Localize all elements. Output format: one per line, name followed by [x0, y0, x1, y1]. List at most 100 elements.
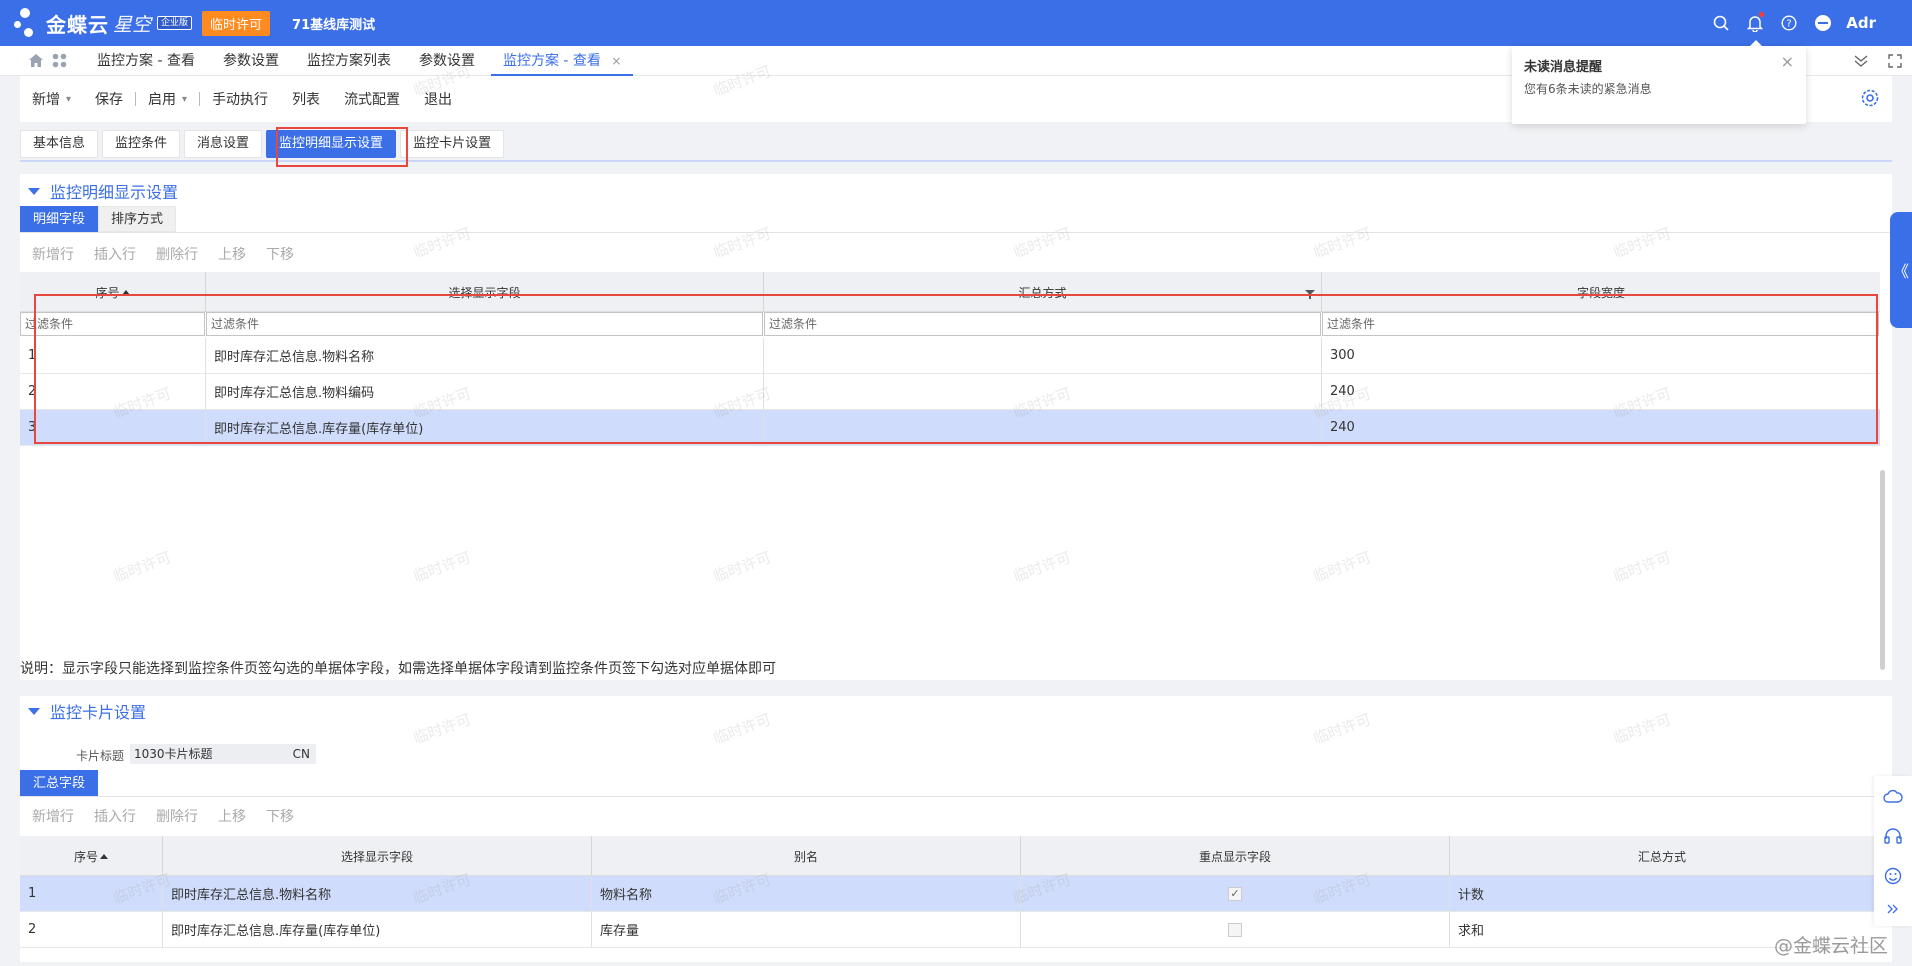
move-down-button[interactable]: 下移	[266, 806, 294, 826]
language-badge[interactable]: CN	[293, 744, 310, 764]
tab-bar-tools	[1844, 46, 1912, 76]
user-name[interactable]: Adr	[1846, 14, 1876, 32]
save-button[interactable]: 保存	[95, 89, 123, 109]
insert-row-button[interactable]: 插入行	[94, 244, 136, 264]
subtab-sort-order[interactable]: 排序方式	[98, 206, 177, 232]
cell-field[interactable]: 即时库存汇总信息.库存量(库存单位)	[163, 911, 592, 948]
table-row[interactable]: 2 即时库存汇总信息.库存量(库存单位) 库存量 求和	[20, 911, 1874, 948]
section-detail-header[interactable]: 监控明细显示设置	[28, 179, 178, 203]
smile-icon[interactable]	[1874, 856, 1912, 896]
close-icon[interactable]: ×	[1781, 52, 1794, 71]
col-summary[interactable]: 汇总方式	[1450, 836, 1874, 876]
detail-row-tools: 新增行 插入行 删除行 上移 下移	[32, 244, 314, 264]
license-button[interactable]: 临时许可	[202, 10, 271, 36]
page-tab-5-active[interactable]: 监控方案 - 查看 ×	[490, 46, 634, 76]
tab-card-settings[interactable]: 监控卡片设置	[400, 130, 505, 158]
col-seq-label: 序号	[73, 849, 98, 864]
add-row-button[interactable]: 新增行	[32, 806, 74, 826]
highlight-box-tab	[276, 127, 408, 167]
brand-logo[interactable]: 金蝶云 星空 企业版	[14, 6, 193, 40]
highlight-box-grid	[34, 294, 1878, 444]
card-title-input[interactable]: 1030卡片标题 CN	[130, 744, 316, 764]
col-alias[interactable]: 别名	[592, 836, 1021, 876]
cloud-icon[interactable]	[1874, 776, 1912, 816]
fullscreen-icon[interactable]	[1878, 54, 1912, 68]
move-up-button[interactable]: 上移	[218, 806, 246, 826]
card-settings-panel: 监控卡片设置 卡片标题 1030卡片标题 CN 汇总字段 新增行 插入行 删除行…	[20, 696, 1892, 962]
side-panel-toggle[interactable]: 《	[1890, 212, 1912, 328]
col-seq[interactable]: 序号	[20, 836, 163, 876]
svg-text:?: ?	[1787, 19, 1792, 30]
page-tab-4[interactable]: 参数设置	[419, 46, 475, 76]
tab-basic-info[interactable]: 基本信息	[20, 130, 99, 158]
chevron-double-right-icon[interactable]	[1874, 896, 1912, 922]
page-tab-3[interactable]: 监控方案列表	[307, 46, 391, 76]
card-subtabs: 汇总字段	[20, 770, 99, 796]
enable-label: 启用	[148, 92, 177, 108]
section-card-header[interactable]: 监控卡片设置	[28, 699, 146, 723]
tenant-name[interactable]: 71基线库测试	[292, 14, 375, 33]
close-icon[interactable]: ×	[611, 54, 621, 68]
content-tabs: 基本信息 监控条件 消息设置 监控明细显示设置 监控卡片设置	[20, 130, 508, 158]
help-icon[interactable]: ?	[1772, 0, 1806, 46]
collapse-triangle-icon[interactable]	[28, 707, 40, 715]
avatar-icon[interactable]	[1806, 0, 1840, 46]
page-tab-2[interactable]: 参数设置	[223, 46, 279, 76]
add-row-button[interactable]: 新增行	[32, 244, 74, 264]
search-icon[interactable]	[1704, 0, 1738, 46]
chevron-down-icon[interactable]: ▾	[182, 94, 187, 105]
subtab-divider	[20, 232, 1892, 233]
section-detail-title: 监控明细显示设置	[50, 183, 179, 202]
cell-alias[interactable]: 库存量	[592, 911, 1021, 948]
col-display-field[interactable]: 选择显示字段	[163, 836, 592, 876]
card-grid-header: 序号 选择显示字段 别名 重点显示字段 汇总方式	[20, 836, 1874, 876]
tab-monitor-conditions[interactable]: 监控条件	[102, 130, 181, 158]
sort-asc-icon[interactable]	[100, 853, 108, 859]
section-card-title: 监控卡片设置	[50, 703, 147, 722]
page-tab-5-label: 监控方案 - 查看	[502, 52, 601, 69]
apps-grid-icon[interactable]	[52, 53, 67, 68]
flow-config-button[interactable]: 流式配置	[344, 89, 400, 109]
move-down-button[interactable]: 下移	[266, 244, 294, 264]
home-icon[interactable]	[28, 53, 44, 68]
move-up-button[interactable]: 上移	[218, 244, 246, 264]
cell-summary[interactable]: 计数	[1450, 876, 1874, 912]
manual-run-button[interactable]: 手动执行	[212, 89, 268, 109]
top-header: 金蝶云 星空 企业版 临时许可 71基线库测试 ? Adr	[0, 0, 1912, 46]
subtab-detail-fields[interactable]: 明细字段	[20, 206, 99, 232]
toolbar-divider	[135, 92, 137, 106]
chevron-down-icon[interactable]: ▾	[66, 94, 71, 105]
exit-button[interactable]: 退出	[424, 89, 452, 109]
subtab-summary-fields[interactable]: 汇总字段	[20, 770, 99, 796]
tab-message-settings[interactable]: 消息设置	[184, 130, 263, 158]
detail-subtabs: 明细字段 排序方式	[20, 206, 177, 232]
cell-field[interactable]: 即时库存汇总信息.物料名称	[163, 875, 592, 912]
new-label: 新增	[32, 92, 60, 108]
highlight-checkbox[interactable]	[1228, 922, 1242, 937]
list-button[interactable]: 列表	[292, 89, 320, 109]
headset-icon[interactable]	[1874, 816, 1912, 856]
side-toolbox	[1874, 776, 1912, 926]
collapse-triangle-icon[interactable]	[28, 187, 40, 195]
vertical-scrollbar[interactable]	[1880, 470, 1885, 670]
cell-seq: 2	[20, 911, 163, 948]
delete-row-button[interactable]: 删除行	[156, 244, 198, 264]
cell-alias[interactable]: 物料名称	[592, 875, 1021, 912]
delete-row-button[interactable]: 删除行	[156, 806, 198, 826]
card-row-tools: 新增行 插入行 删除行 上移 下移	[32, 806, 314, 826]
new-button[interactable]: 新增 ▾	[32, 89, 71, 109]
cell-highlight[interactable]: ✓	[1021, 875, 1450, 912]
highlight-checkbox[interactable]: ✓	[1228, 886, 1242, 901]
cell-highlight[interactable]	[1021, 911, 1450, 948]
notification-body[interactable]: 您有6条未读的紧急消息	[1524, 80, 1652, 97]
gear-icon[interactable]	[1860, 88, 1880, 112]
col-highlight-field[interactable]: 重点显示字段	[1021, 836, 1450, 876]
page-tab-1[interactable]: 监控方案 - 查看	[97, 46, 195, 76]
unread-dot	[1759, 12, 1765, 17]
chevron-double-down-icon[interactable]	[1844, 55, 1878, 67]
enable-button[interactable]: 启用 ▾	[148, 89, 187, 109]
help-note: 说明：显示字段只能选择到监控条件页签勾选的单据体字段，如需选择单据体字段请到监控…	[20, 661, 776, 677]
insert-row-button[interactable]: 插入行	[94, 806, 136, 826]
table-row-selected[interactable]: 1 即时库存汇总信息.物料名称 物料名称 ✓ 计数	[20, 875, 1874, 912]
unread-notification-popup[interactable]: 未读消息提醒 您有6条未读的紧急消息 ×	[1512, 46, 1806, 124]
